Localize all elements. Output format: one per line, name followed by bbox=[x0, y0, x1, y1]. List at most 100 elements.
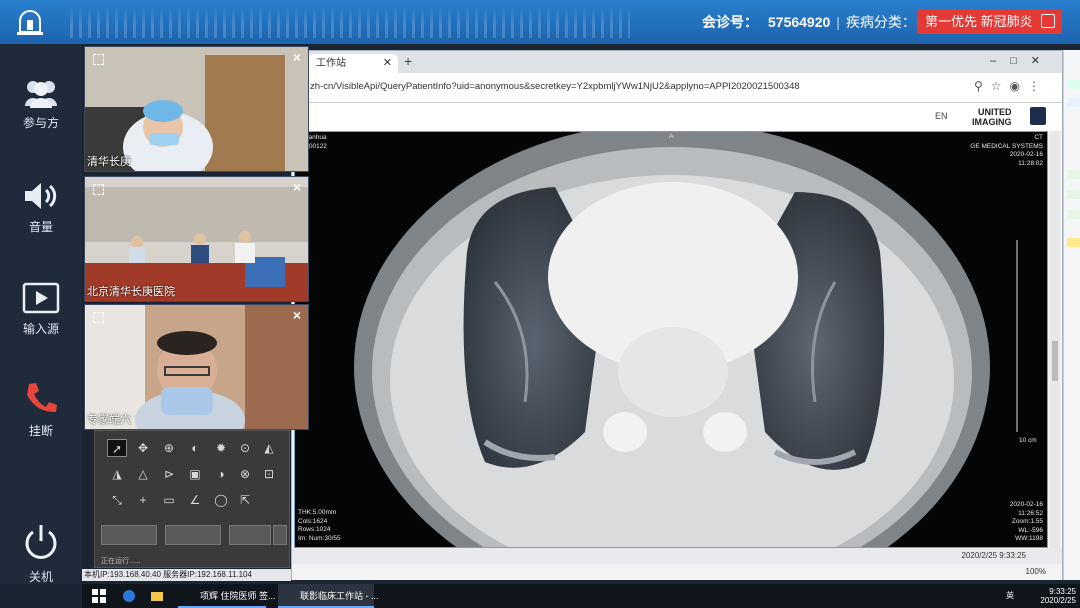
close-icon[interactable]: × bbox=[293, 49, 301, 65]
slice-thickness: THK:5.00mm bbox=[298, 509, 337, 516]
brand-line-1: UNITED bbox=[978, 107, 1012, 117]
zoom-icon[interactable]: ⊕ bbox=[159, 439, 179, 457]
app-root: 会诊号： 57564920 | 疾病分类： 第一优先 新冠肺炎 参与方 音量 输… bbox=[0, 0, 1080, 608]
meeting-info: 会诊号： 57564920 | 疾病分类： bbox=[702, 12, 916, 32]
sidebar-item-label: 输入源 bbox=[22, 322, 59, 336]
browser-window: 工作站 ✕ + –□✕ zh-cn/VisibleApi/QueryPatien… bbox=[291, 50, 1063, 580]
brand-line-2: IMAGING bbox=[972, 117, 1012, 127]
address-actions[interactable]: ⚲☆◉⋮ bbox=[974, 79, 1048, 93]
overlay-bottom-right: 2020-02-16 11:26:52 Zoom:1.55 WL:-596 WW… bbox=[1010, 501, 1043, 544]
image-cols: Cols:1624 bbox=[298, 517, 328, 525]
video-tile-3[interactable]: × 专家端六 bbox=[84, 304, 309, 430]
meeting-separator: | bbox=[836, 14, 840, 30]
speaker-icon bbox=[25, 183, 57, 209]
flip-icon[interactable]: ◭ bbox=[259, 439, 279, 457]
tab-close-icon[interactable]: ✕ bbox=[383, 54, 392, 73]
export-icon[interactable]: ⇱ bbox=[235, 491, 255, 509]
layout-button[interactable] bbox=[101, 525, 157, 545]
modality: CT bbox=[1034, 134, 1043, 141]
strip-chip bbox=[1067, 80, 1080, 89]
video-tile-2[interactable]: × 北京清华长庚医院 bbox=[84, 176, 309, 302]
invert-icon[interactable]: ◑ bbox=[211, 465, 231, 483]
brightness-icon[interactable]: ✹ bbox=[211, 439, 231, 457]
video-caption: 专家端六 bbox=[87, 414, 131, 426]
magnify-icon[interactable]: ⊙ bbox=[235, 439, 255, 457]
sidebar-item-label: 参与方 bbox=[22, 116, 59, 130]
browser-zoom-bar: 100% bbox=[292, 564, 1062, 580]
cross-icon[interactable]: + bbox=[133, 491, 153, 509]
close-icon[interactable]: × bbox=[293, 179, 301, 195]
acq-date: 2020-02-16 bbox=[1009, 501, 1043, 508]
meeting-number: 57564920 bbox=[768, 14, 831, 30]
scale-label: 10 cm bbox=[1019, 437, 1037, 444]
browser-tab[interactable]: 工作站 ✕ bbox=[298, 54, 398, 73]
taskbar-app-workstation[interactable]: 联影临床工作站 - ... bbox=[278, 584, 379, 608]
strip-chip bbox=[1067, 98, 1080, 107]
priority-badge[interactable]: 第一优先 新冠肺炎 bbox=[917, 9, 1062, 34]
hangup-icon bbox=[27, 383, 57, 413]
system-tray[interactable]: 英 9:33:25 2020/2/25 bbox=[1006, 587, 1076, 605]
language-toggle[interactable]: EN bbox=[935, 111, 948, 121]
windows-start-icon[interactable] bbox=[92, 589, 106, 603]
flip-h-icon[interactable]: ◮ bbox=[107, 465, 127, 483]
measure-icon[interactable]: ⤡ bbox=[107, 491, 127, 509]
meeting-label: 会诊号： bbox=[702, 14, 758, 30]
close-icon[interactable]: × bbox=[293, 307, 301, 323]
search-icon[interactable]: ⊗ bbox=[235, 465, 255, 483]
sidebar-item-power[interactable]: 关机 bbox=[0, 522, 82, 585]
expand-icon[interactable] bbox=[93, 54, 104, 65]
viewer-tool-panel: ➚ ✥ ⊕ ◐ ✹ ⊙ ◭ ◮ △ ⊳ ▣ ◑ ⊗ ⊡ ⤡ + ▭ ∠ ◯ ⇱ … bbox=[94, 430, 290, 568]
study-time: 11:28:02 bbox=[1018, 159, 1043, 167]
sidebar-item-input-source[interactable]: 输入源 bbox=[0, 282, 82, 337]
new-tab-icon[interactable]: + bbox=[404, 53, 412, 69]
expand-icon[interactable] bbox=[93, 184, 104, 195]
video-icon[interactable]: ▣ bbox=[185, 465, 205, 483]
sidebar-item-participants[interactable]: 参与方 bbox=[0, 78, 82, 131]
edit-icon[interactable] bbox=[1041, 14, 1055, 28]
triangle-icon[interactable]: △ bbox=[133, 465, 153, 483]
contrast-icon[interactable]: ◐ bbox=[185, 439, 205, 457]
edge-icon[interactable] bbox=[122, 589, 136, 603]
strip-chip bbox=[1067, 210, 1080, 219]
pointer-icon[interactable]: ➚ bbox=[107, 439, 127, 457]
taskbar-app-label: 项辉 住院医师 签... bbox=[200, 591, 276, 601]
window-controls[interactable]: –□✕ bbox=[990, 54, 1054, 67]
fit-icon[interactable]: ⊡ bbox=[259, 465, 279, 483]
manufacturer: GE MEDICAL SYSTEMS bbox=[970, 142, 1043, 150]
ellipse-icon[interactable]: ◯ bbox=[211, 491, 231, 509]
image-number: Im: Num:30/55 bbox=[298, 534, 341, 542]
taskbar-app-browser[interactable]: 项辉 住院医师 签... bbox=[178, 584, 276, 608]
brand-logo-icon bbox=[1030, 107, 1046, 125]
strip-chip bbox=[1067, 170, 1080, 179]
window-level: WL:-596 bbox=[1018, 526, 1043, 534]
pan-icon[interactable]: ✥ bbox=[133, 439, 153, 457]
zoom-percent[interactable]: 100% bbox=[1026, 567, 1046, 576]
study-date: 2020-02-16 bbox=[1009, 151, 1043, 158]
video-tile-1[interactable]: × 清华长庚 bbox=[84, 46, 309, 172]
image-rows: Rows:1024 bbox=[298, 526, 331, 533]
url-field[interactable]: zh-cn/VisibleApi/QueryPatientInfo?uid=an… bbox=[310, 81, 800, 92]
address-bar: zh-cn/VisibleApi/QueryPatientInfo?uid=an… bbox=[292, 73, 1062, 103]
zoom-level: Zoom:1.55 bbox=[1011, 518, 1043, 525]
series-button[interactable] bbox=[165, 525, 221, 545]
angle-icon[interactable]: ∠ bbox=[185, 491, 205, 509]
ime-indicator[interactable]: 英 bbox=[1006, 591, 1014, 600]
play-icon bbox=[22, 282, 60, 314]
grid-button[interactable] bbox=[229, 525, 271, 545]
sidebar-item-volume[interactable]: 音量 bbox=[0, 180, 82, 235]
ruler-icon[interactable]: ▭ bbox=[159, 491, 179, 509]
viewer-scrollbar[interactable] bbox=[1050, 131, 1060, 548]
brand-text: UNITED IMAGING bbox=[972, 107, 1012, 127]
ct-scan-image bbox=[295, 132, 1047, 547]
tab-title: 工作站 bbox=[316, 58, 346, 69]
chevron-down-icon[interactable] bbox=[273, 525, 287, 545]
scroll-thumb[interactable] bbox=[1052, 341, 1058, 381]
ct-viewer[interactable]: ngyanhua 20200122 A CT GE MEDICAL SYSTEM… bbox=[294, 131, 1048, 548]
strip-chip bbox=[1067, 238, 1080, 247]
side-app-strip bbox=[1063, 50, 1080, 580]
sidebar: 参与方 音量 输入源 挂断 关机 bbox=[0, 44, 82, 584]
sidebar-item-hangup[interactable]: 挂断 bbox=[0, 380, 82, 439]
rotate-icon[interactable]: ⊳ bbox=[159, 465, 179, 483]
folder-icon[interactable] bbox=[150, 589, 164, 603]
expand-icon[interactable] bbox=[93, 312, 104, 323]
